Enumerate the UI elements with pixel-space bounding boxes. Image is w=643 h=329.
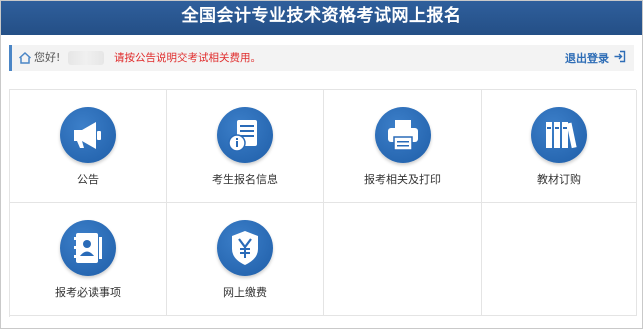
page-frame: 全国会计专业技术资格考试网上报名 您好! 请按公告说明交考试相关费用。 退出登录	[0, 0, 643, 329]
info-document-icon	[217, 107, 273, 163]
tile-announcement[interactable]: 公告	[10, 90, 167, 203]
books-icon	[531, 107, 587, 163]
notice-bar: 您好! 请按公告说明交考试相关费用。 退出登录	[9, 45, 634, 71]
tile-candidate-info[interactable]: 考生报名信息	[167, 90, 324, 203]
page-title: 全国会计专业技术资格考试网上报名	[181, 6, 462, 26]
home-icon[interactable]	[18, 51, 32, 65]
yen-shield-icon	[217, 220, 273, 276]
tile-label: 报考相关及打印	[364, 173, 441, 186]
tile-label: 公告	[77, 173, 99, 186]
tile-label: 报考必读事项	[55, 286, 121, 299]
tile-print[interactable]: 报考相关及打印	[324, 90, 482, 203]
tile-label: 考生报名信息	[212, 173, 278, 186]
logout-label: 退出登录	[565, 52, 609, 65]
empty-cell	[324, 203, 482, 316]
tile-label: 网上缴费	[223, 286, 267, 299]
payment-notice-text: 请按公告说明交考试相关费用。	[114, 52, 261, 64]
page-header: 全国会计专业技术资格考试网上报名	[1, 1, 642, 35]
empty-cell	[482, 203, 637, 316]
greeting-text: 您好!	[34, 51, 61, 64]
logout-button[interactable]: 退出登录	[565, 50, 626, 68]
address-book-icon	[60, 220, 116, 276]
username-redacted	[68, 51, 104, 65]
tile-textbook-order[interactable]: 教材订购	[482, 90, 637, 203]
logout-icon	[613, 50, 626, 68]
menu-grid: 公告 考生报名信息 报考相关及打印 教材订购 报考必读事项 网上缴费	[9, 89, 637, 317]
tile-label: 教材订购	[537, 173, 581, 186]
tile-online-payment[interactable]: 网上缴费	[167, 203, 324, 316]
printer-icon	[374, 107, 431, 163]
tile-must-read[interactable]: 报考必读事项	[10, 203, 167, 316]
megaphone-icon	[60, 107, 116, 163]
